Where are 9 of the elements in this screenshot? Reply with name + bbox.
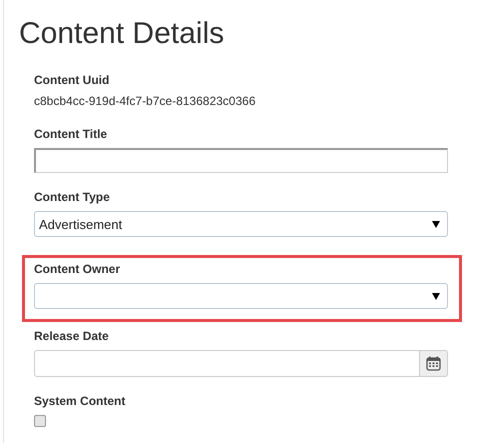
dropdown[interactable]: Advertisement	[34, 211, 448, 237]
field-value: c8bcb4cc-919d-4fc7-b7ce-8136823c0366	[34, 94, 256, 108]
field-label: System Content	[34, 394, 126, 408]
field-label: Content Owner	[34, 262, 121, 276]
field-label: Content Uuid	[34, 73, 110, 87]
page-title: Content Details	[18, 16, 226, 52]
field-label: Content Title	[34, 127, 108, 141]
field-label: Content Type	[34, 190, 111, 204]
field-label: Release Date	[34, 329, 110, 343]
